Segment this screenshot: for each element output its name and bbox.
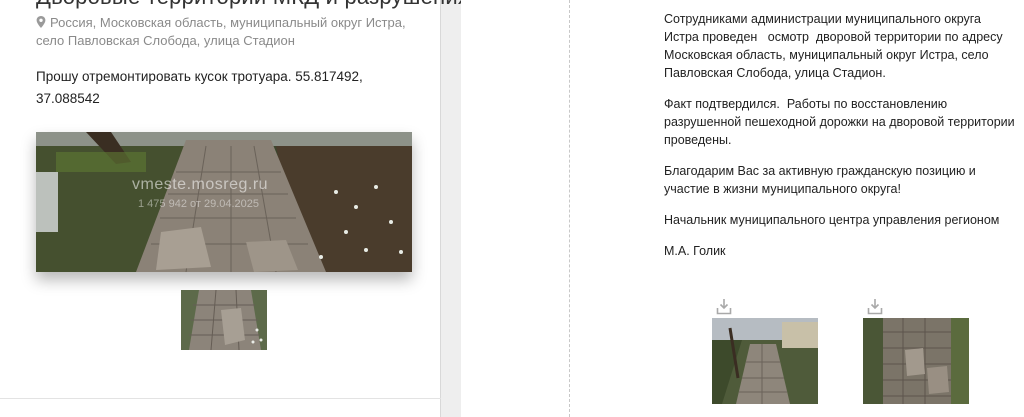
reply-signature-title: Начальник муниципального центра управлен… [664, 213, 1000, 227]
attachment-photo[interactable] [712, 318, 818, 404]
reply-paragraph: Сотрудниками администрации муниципальног… [664, 12, 1010, 80]
timeline-line [569, 0, 570, 417]
complaint-address: Россия, Московская область, муниципальны… [36, 14, 426, 50]
photo-watermark-sub: 1 475 942 от 29.04.2025 [138, 198, 260, 210]
thumbnail-image [181, 290, 267, 350]
complaint-panel: Дворовые территории МКД и разрушения Рос… [0, 0, 470, 417]
complaint-text: Прошу отремонтировать кусок тротуара. 55… [36, 69, 363, 106]
official-reply: Сотрудниками администрации муниципальног… [664, 10, 1016, 273]
download-icon[interactable] [716, 298, 732, 315]
attachment-image [712, 318, 818, 404]
address-text: Россия, Московская область, муниципальны… [36, 15, 406, 48]
reply-paragraph: Благодарим Вас за активную гражданскую п… [664, 164, 980, 196]
photo-watermark: vmeste.mosreg.ru [132, 176, 269, 193]
download-icon[interactable] [867, 298, 883, 315]
main-complaint-photo[interactable]: vmeste.mosreg.ru 1 475 942 от 29.04.2025 [36, 132, 412, 272]
reply-attachment-1 [712, 298, 818, 404]
reply-attachment-2 [863, 298, 969, 404]
complaint-photo-thumbnail[interactable] [181, 290, 267, 350]
complaint-title: Дворовые территории МКД и разрушения [36, 0, 470, 10]
reply-signature-name: М.А. Голик [664, 244, 726, 258]
attachment-photo[interactable] [863, 318, 969, 404]
attachment-image [863, 318, 969, 404]
map-pin-icon [36, 16, 46, 28]
reply-paragraph: Факт подтвердился. Работы по восстановле… [664, 97, 1015, 147]
panel-divider [0, 398, 441, 399]
